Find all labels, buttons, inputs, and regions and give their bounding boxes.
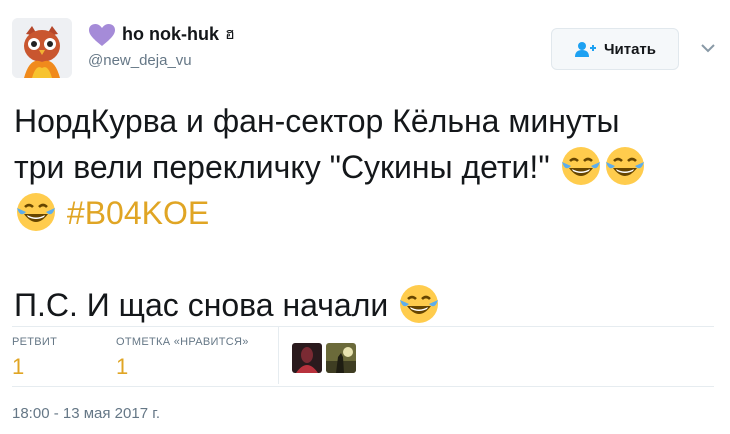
like-label: ОТМЕТКА «НРАВИТСЯ» [116,336,249,348]
liker-photo-icon [292,343,322,373]
owl-avatar-icon [12,18,72,78]
follow-button-label: Читать [603,40,657,58]
tweet-line-2: три вели перекличку "Сукины дети!" [14,144,714,190]
tweet-line-4: П.С. И щас снова начали [14,282,714,328]
retweet-label: РЕТВИТ [12,336,58,348]
follow-button[interactable]: Читать [551,28,679,70]
purple-heart-icon [89,23,115,46]
display-name[interactable]: ho nok-huk [122,24,219,45]
tweet-line-4-text: П.С. И щас снова начали [14,287,389,323]
tweet-text: НордКурва и фан-сектор Кёльна минуты три… [14,98,714,328]
chevron-down-icon[interactable] [698,38,718,58]
stats-top-divider [12,326,714,327]
face-with-tears-of-joy-icon [605,147,644,185]
stats-separator [278,326,279,384]
like-stat[interactable]: ОТМЕТКА «НРАВИТСЯ» 1 [116,336,249,380]
face-with-tears-of-joy-icon [400,285,439,323]
face-with-tears-of-joy-icon [17,193,55,231]
hashtag-link[interactable]: #B04KOE [67,195,209,231]
retweet-stat[interactable]: РЕТВИТ 1 [12,336,57,380]
author-name-row[interactable]: ho nok-huk ฮ [88,22,235,47]
tweet-timestamp[interactable]: 18:00 - 13 мая 2017 г. [12,405,160,422]
liker-avatar[interactable] [292,343,322,373]
user-handle[interactable]: @new_deja_vu [88,52,192,69]
name-suffix: ฮ [225,26,235,43]
retweet-count[interactable]: 1 [12,354,57,380]
stats-bottom-divider [12,386,714,387]
tweet-line-1: НордКурва и фан-сектор Кёльна минуты [14,103,620,139]
liker-avatar[interactable] [326,343,356,373]
tweet-line-2-text: три вели перекличку "Сукины дети!" [14,149,550,185]
add-user-icon [574,42,596,57]
face-with-tears-of-joy-icon [561,147,600,185]
user-avatar[interactable] [12,18,72,78]
liker-avatars [292,343,356,373]
liker-photo-icon [326,343,356,373]
like-count[interactable]: 1 [116,354,249,380]
tweet-line-3: #B04KOE [14,190,714,236]
